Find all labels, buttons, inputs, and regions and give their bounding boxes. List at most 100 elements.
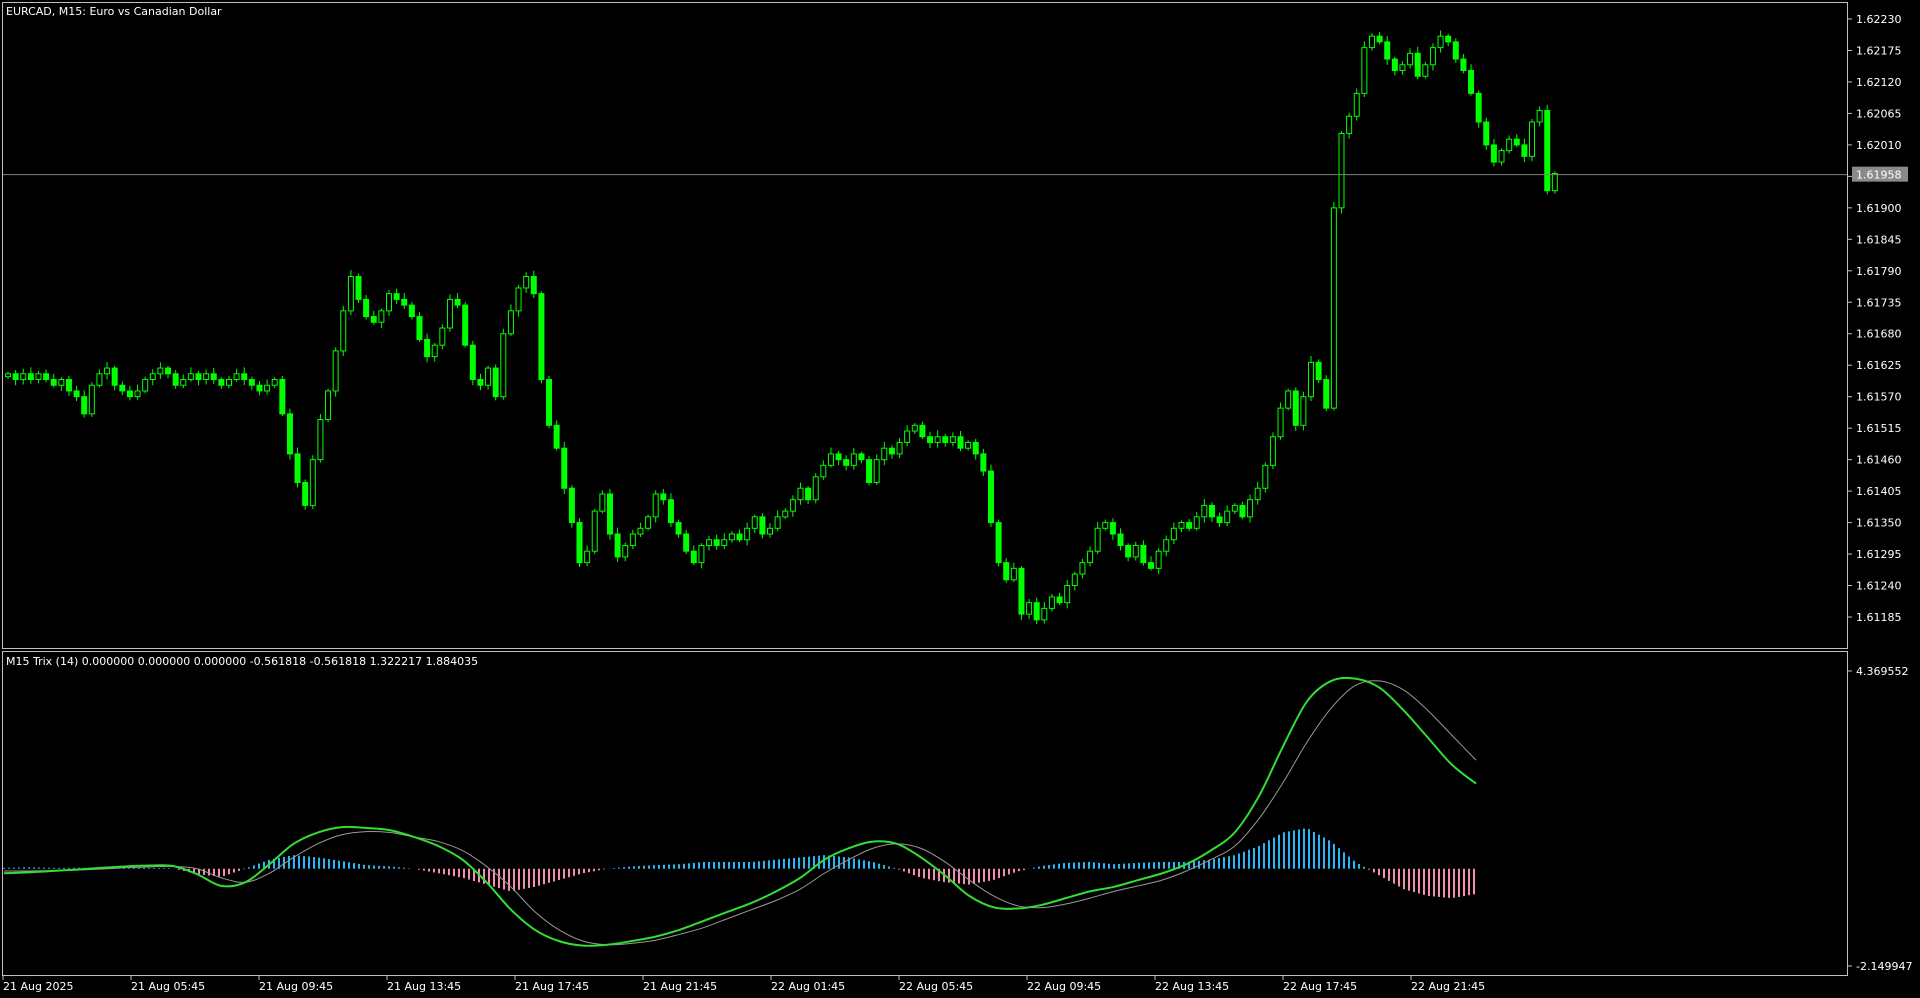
candle-body bbox=[88, 384, 95, 415]
price-tick-label: 1.61790 bbox=[1856, 265, 1902, 278]
candle-body bbox=[172, 373, 179, 386]
time-tick-label: 22 Aug 01:45 bbox=[771, 980, 845, 993]
candle-body bbox=[1429, 47, 1436, 66]
candle-body bbox=[1003, 562, 1010, 581]
candle-body bbox=[1163, 539, 1170, 552]
candle-body bbox=[27, 373, 34, 381]
candle-body bbox=[599, 493, 606, 512]
candle-body bbox=[187, 373, 194, 381]
candle-body bbox=[835, 453, 842, 461]
candle-body bbox=[1140, 544, 1147, 564]
price-tick-label: 1.62175 bbox=[1856, 44, 1902, 57]
price-tick-label: 1.62010 bbox=[1856, 139, 1902, 152]
candle-body bbox=[1338, 132, 1345, 209]
candle-body bbox=[386, 293, 392, 312]
candle-body bbox=[1155, 550, 1162, 569]
candle-body bbox=[1384, 41, 1391, 60]
candle-body bbox=[538, 293, 545, 381]
candle-body bbox=[515, 287, 522, 312]
price-tick-label: 1.61845 bbox=[1856, 233, 1902, 246]
candle-body bbox=[1551, 173, 1558, 192]
price-tick-label: 1.61735 bbox=[1856, 296, 1902, 309]
price-tick-label: 1.61405 bbox=[1856, 485, 1902, 498]
candle-body bbox=[477, 379, 484, 386]
candle-body bbox=[195, 373, 202, 381]
trix-signal-line bbox=[3, 680, 1477, 946]
price-tick-label: 1.61295 bbox=[1856, 548, 1902, 561]
candle-body bbox=[873, 459, 880, 484]
candle-body bbox=[965, 441, 972, 449]
candle-body bbox=[1330, 207, 1337, 409]
candle-body bbox=[1460, 58, 1467, 72]
candle-body bbox=[698, 544, 705, 564]
candle-body bbox=[241, 373, 248, 381]
candle-body bbox=[530, 276, 537, 295]
price-tick-label: 1.61680 bbox=[1856, 328, 1902, 341]
candle-body bbox=[904, 430, 911, 443]
candle-body bbox=[561, 447, 568, 489]
candle-body bbox=[629, 533, 636, 546]
candle-body bbox=[751, 516, 758, 529]
candle-body bbox=[203, 373, 210, 381]
trix-indicator: 4.369552 -2.149947 bbox=[3, 665, 1912, 973]
candle-body bbox=[294, 453, 301, 484]
candle-body bbox=[637, 527, 644, 535]
candle-body bbox=[1247, 499, 1254, 518]
time-tick-label: 22 Aug 09:45 bbox=[1027, 980, 1101, 993]
candle-body bbox=[1262, 464, 1269, 489]
candle-body bbox=[980, 453, 987, 472]
candle-body bbox=[706, 539, 713, 546]
candle-body bbox=[1521, 144, 1528, 157]
candle-body bbox=[1056, 596, 1063, 604]
candle-body bbox=[149, 373, 156, 381]
candle-body bbox=[248, 379, 255, 386]
trix-main-line bbox=[3, 676, 1477, 947]
price-tick-label: 1.61350 bbox=[1856, 517, 1902, 530]
price-tick-label: 1.61900 bbox=[1856, 202, 1902, 215]
candle-body bbox=[302, 482, 309, 506]
candle-body bbox=[35, 373, 42, 381]
candle-body bbox=[1277, 407, 1284, 438]
candle-body bbox=[454, 298, 461, 306]
candle-body bbox=[1132, 544, 1139, 558]
price-tick-label: 1.61240 bbox=[1856, 580, 1902, 593]
candle-body bbox=[50, 379, 57, 386]
candle-body bbox=[1216, 516, 1223, 524]
candle-body bbox=[812, 476, 819, 501]
candle-body bbox=[1285, 390, 1292, 409]
time-tick-label: 21 Aug 13:45 bbox=[387, 980, 461, 993]
candle-body bbox=[469, 344, 476, 381]
candle-body bbox=[332, 350, 339, 392]
candle-body bbox=[1125, 544, 1132, 558]
candle-body bbox=[1407, 52, 1414, 66]
candle-body bbox=[614, 533, 621, 558]
candle-body bbox=[827, 453, 834, 466]
candle-body bbox=[987, 470, 994, 524]
candle-body bbox=[1368, 35, 1375, 49]
trading-chart[interactable]: EURCAD, M15: Euro vs Canadian Dollar M15… bbox=[0, 0, 1920, 998]
candle-body bbox=[896, 441, 903, 455]
candle-body bbox=[728, 533, 735, 541]
candle-body bbox=[1102, 522, 1109, 529]
candle-body bbox=[20, 373, 27, 381]
candle-body bbox=[1391, 58, 1398, 72]
candle-body bbox=[1018, 567, 1025, 615]
candle-body bbox=[1071, 573, 1078, 587]
candle-body bbox=[1353, 92, 1360, 117]
candle-body bbox=[774, 516, 781, 529]
candle-body bbox=[340, 310, 347, 352]
candle-body bbox=[683, 533, 690, 552]
candle-body bbox=[744, 527, 751, 541]
candle-body bbox=[325, 390, 332, 421]
candle-body bbox=[736, 533, 743, 541]
candle-body bbox=[805, 487, 812, 501]
price-tick-label: 1.61185 bbox=[1856, 611, 1902, 624]
candle-body bbox=[1148, 562, 1154, 569]
candle-body bbox=[1315, 361, 1322, 381]
candle-body bbox=[1308, 361, 1315, 398]
candle-body bbox=[1087, 550, 1094, 564]
candle-body bbox=[1094, 527, 1101, 552]
candle-body bbox=[1422, 64, 1429, 77]
candle-body bbox=[523, 276, 530, 289]
candle-body bbox=[1437, 35, 1444, 49]
